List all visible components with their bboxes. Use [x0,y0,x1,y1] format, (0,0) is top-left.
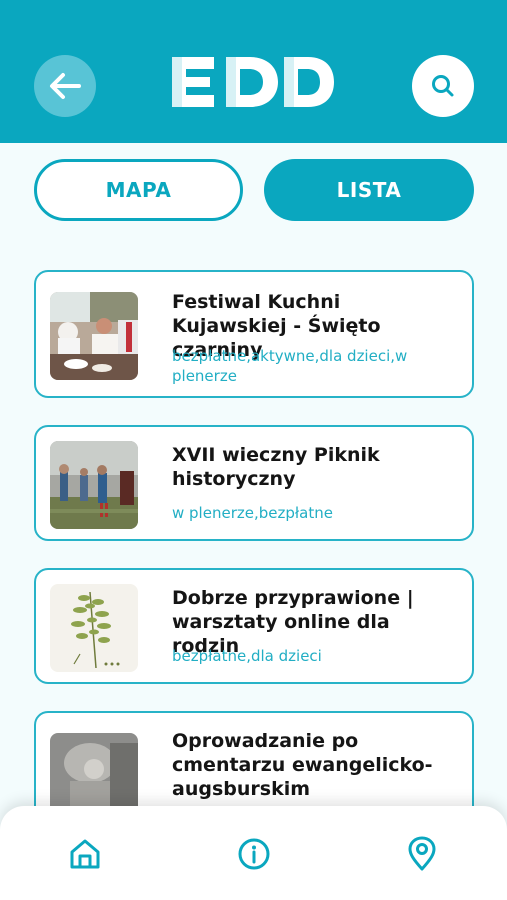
search-button[interactable] [412,55,474,117]
bottom-navigation [0,806,507,900]
info-icon [238,838,270,870]
nav-info[interactable] [234,834,274,874]
search-icon [432,75,454,97]
event-thumbnail [50,584,138,672]
nav-map[interactable] [402,834,442,874]
event-card[interactable]: Festiwal Kuchni Kujawskiej - Święto czar… [34,270,474,398]
nav-home[interactable] [65,834,105,874]
list-view-button[interactable]: LISTA [264,159,474,221]
event-title: Oprowadzanie po cmentarzu ewangelicko-au… [172,730,433,800]
event-card[interactable]: XVII wieczny Piknik historyczny w plener… [34,425,474,541]
event-thumbnail [50,292,138,380]
event-tags: w plenerze,bezpłatne [172,504,333,522]
home-icon [70,839,100,869]
arrow-left-icon [50,73,81,99]
edd-logo [172,57,334,107]
event-tags: bezpłatne,aktywne,dla dzieci,w plenerze [172,347,408,385]
event-tags: bezpłatne,dla dzieci [172,647,322,665]
location-pin-icon [408,836,436,871]
event-card[interactable]: Dobrze przyprawione | warsztaty online d… [34,568,474,684]
event-thumbnail [50,441,138,529]
event-title: XVII wieczny Piknik historyczny [172,444,380,490]
map-view-button[interactable]: MAPA [34,159,243,221]
back-button[interactable] [34,55,96,117]
app-header [0,0,507,143]
